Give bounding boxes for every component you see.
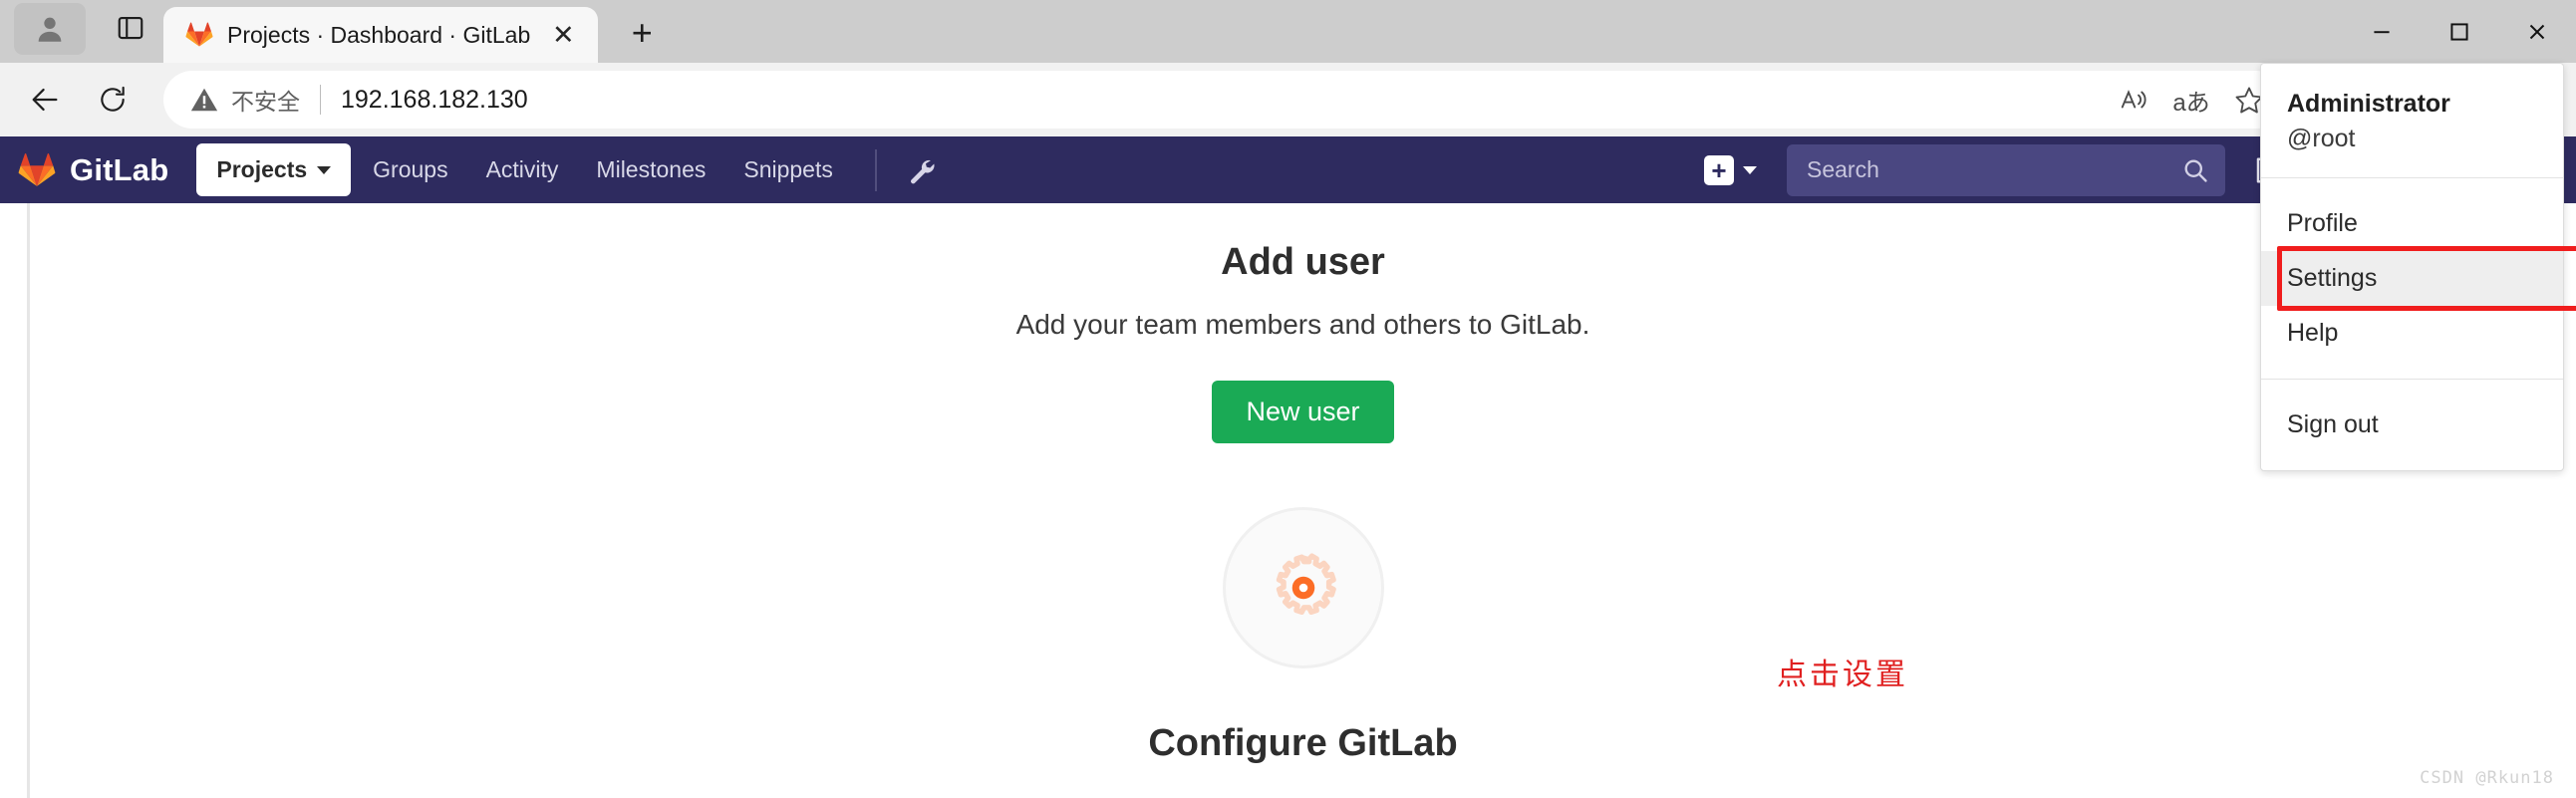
window-maximize-button[interactable] [2421,0,2498,63]
window-controls [2343,0,2576,63]
browser-window: Projects · Dashboard · GitLab ✕ + 不安全 19… [0,0,2576,798]
back-button[interactable] [14,69,76,131]
admin-area-button[interactable] [903,153,937,187]
dropdown-user-info: Administrator @root [2261,64,2563,177]
window-minimize-button[interactable] [2343,0,2421,63]
annotation-click-settings: 点击设置 [1777,658,1908,692]
avatar-icon [38,17,62,42]
gear-circle-background [1222,507,1384,668]
configure-gitlab-title: Configure GitLab [1148,722,1458,764]
user-dropdown-menu: Administrator @root Profile Settings Hel… [2260,63,2576,471]
tab-strip: Projects · Dashboard · GitLab ✕ + [0,0,2576,63]
tab-close-icon[interactable]: ✕ [544,16,582,54]
window-close-button[interactable] [2498,0,2576,63]
tabstrip-left-controls [0,0,163,63]
minimize-icon [2374,30,2390,33]
search-input[interactable]: Search [1787,143,2225,196]
search-icon [2184,159,2207,182]
add-user-title: Add user [1221,241,1385,283]
reload-button[interactable] [82,69,143,131]
reload-icon [101,86,125,112]
new-dropdown-button[interactable]: + [1698,151,1763,189]
browser-toolbar: 不安全 192.168.182.130 aあ [0,63,2576,136]
dropdown-user-name: Administrator [2287,90,2450,118]
url-text[interactable]: 192.168.182.130 [341,86,2106,115]
new-user-button[interactable]: New user [1212,381,1394,443]
browser-profile-button[interactable] [14,3,86,55]
search-placeholder: Search [1807,156,1879,182]
add-user-subtitle: Add your team members and others to GitL… [1015,309,1590,340]
dropdown-item-settings[interactable]: Settings [2261,251,2563,306]
dropdown-item-sign-out[interactable]: Sign out [2261,398,2563,452]
close-icon [2529,24,2545,39]
gitlab-main-menu: Projects Groups Activity Milestones Snip… [196,143,849,196]
page-body: Add user Add your team members and other… [27,203,2576,798]
watermark: CSDN @Rkun18 [2420,768,2554,788]
gitlab-brand[interactable]: GitLab [18,151,168,189]
dropdown-user-head: Administrator @root [2261,82,2563,159]
dashboard-content: Add user Add your team members and other… [30,203,2576,765]
not-secure-warning-icon[interactable] [189,85,219,115]
dropdown-item-help[interactable]: Help [2261,306,2563,361]
gitlab-navbar: GitLab Projects Groups Activity Mileston… [0,136,2576,203]
chevron-down-icon [1743,165,1757,174]
read-aloud-button[interactable] [2106,74,2161,126]
nav-item-groups[interactable]: Groups [357,145,463,194]
read-aloud-icon [2121,90,2147,109]
arrow-left-icon [32,88,58,112]
configure-gitlab-illustration [30,507,2576,668]
dropdown-links-section: Profile Settings Help [2261,177,2576,379]
address-bar[interactable]: 不安全 192.168.182.130 aあ [163,71,2285,129]
omnibox-divider [320,85,321,115]
maximize-icon [2450,22,2468,41]
omnibox-actions: aあ [2106,74,2277,126]
gear-icon [1276,553,1336,615]
gitlab-wordmark: GitLab [70,151,169,187]
plus-icon: + [1704,154,1734,185]
tab-actions-button[interactable] [108,5,153,51]
vertical-tabs-icon [118,16,143,39]
nav-item-activity[interactable]: Activity [470,145,575,194]
nav-item-projects[interactable]: Projects [196,143,352,196]
translate-button[interactable]: aあ [2163,74,2219,126]
navbar-divider [874,148,877,191]
browser-tab-active[interactable]: Projects · Dashboard · GitLab ✕ [163,7,599,63]
new-tab-button[interactable]: + [616,7,668,59]
gitlab-favicon-icon [185,22,213,47]
dropdown-signout-section: Sign out [2261,379,2563,470]
chevron-down-icon [317,165,332,174]
tab-title: Projects · Dashboard · GitLab [227,21,531,48]
nav-item-snippets[interactable]: Snippets [727,145,849,194]
wrench-icon [910,159,935,183]
security-status-text: 不安全 [231,89,300,115]
nav-item-projects-label: Projects [216,156,308,182]
dropdown-item-profile[interactable]: Profile [2261,196,2563,251]
dropdown-user-handle: @root [2287,125,2356,152]
nav-item-milestones[interactable]: Milestones [580,145,721,194]
translate-icon: aあ [2172,89,2210,117]
gitlab-tanuki-icon [18,152,56,186]
